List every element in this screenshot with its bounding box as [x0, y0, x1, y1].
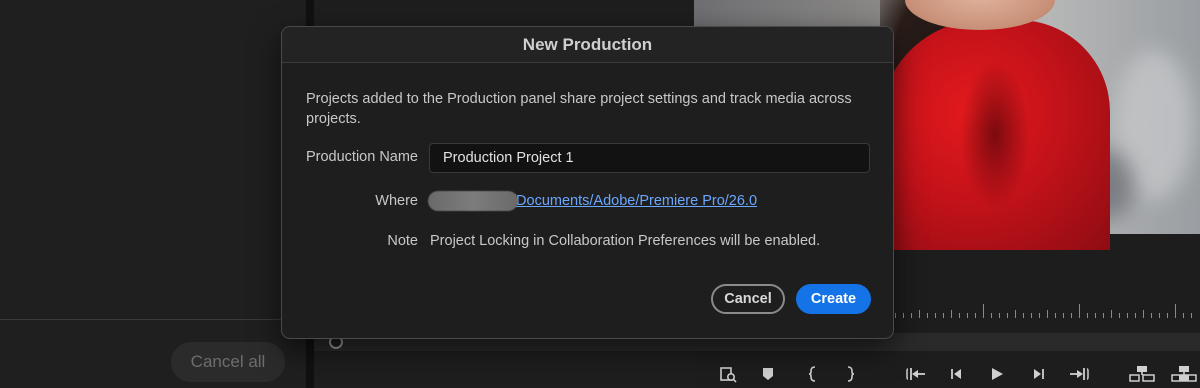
overwrite-icon[interactable] [1170, 362, 1198, 386]
dialog-title[interactable]: New Production [282, 27, 893, 63]
new-production-dialog: New Production Projects added to the Pro… [281, 26, 894, 339]
ruler-tick [1047, 310, 1048, 318]
go-to-out-icon[interactable] [1067, 362, 1091, 386]
dialog-description: Projects added to the Production panel s… [306, 91, 852, 127]
ruler-tick [1007, 313, 1008, 318]
ruler-tick [1103, 313, 1104, 318]
ruler-tick [1095, 313, 1096, 318]
time-ruler[interactable] [895, 300, 1200, 318]
ruler-tick [1111, 310, 1112, 318]
ruler-tick [1071, 313, 1072, 318]
ruler-tick [1135, 313, 1136, 318]
ruler-tick [999, 313, 1000, 318]
ruler-tick [1031, 313, 1032, 318]
ruler-tick [1087, 313, 1088, 318]
mark-out-icon[interactable] [838, 362, 862, 386]
create-button[interactable]: Create [796, 284, 871, 314]
ruler-tick [959, 313, 960, 318]
ruler-tick [919, 310, 920, 318]
step-back-icon[interactable] [945, 362, 969, 386]
ruler-tick [1143, 310, 1144, 318]
ruler-tick [983, 304, 984, 318]
cancel-button[interactable]: Cancel [711, 284, 785, 314]
ruler-tick [1159, 313, 1160, 318]
ruler-tick [943, 313, 944, 318]
ruler-tick [1063, 313, 1064, 318]
go-to-in-icon[interactable] [904, 362, 928, 386]
ruler-tick [1079, 304, 1080, 318]
cancel-all-button[interactable]: Cancel all [171, 342, 285, 382]
panel-divider [0, 319, 306, 320]
step-forward-icon[interactable] [1026, 362, 1050, 386]
ruler-tick [1127, 313, 1128, 318]
ruler-tick [967, 313, 968, 318]
mark-in-icon[interactable] [801, 362, 825, 386]
ruler-tick [1167, 313, 1168, 318]
ruler-tick [1055, 313, 1056, 318]
where-label: Where [375, 193, 418, 209]
ruler-tick [1039, 313, 1040, 318]
ruler-tick [1023, 313, 1024, 318]
ruler-tick [991, 313, 992, 318]
ruler-tick [951, 310, 952, 318]
note-text: Project Locking in Collaboration Prefere… [430, 233, 821, 249]
ruler-tick [1151, 313, 1152, 318]
left-panel: Cancel all [0, 0, 306, 388]
redacted-username [428, 191, 518, 211]
insert-icon[interactable] [1128, 362, 1156, 386]
production-name-input[interactable] [429, 143, 870, 173]
where-path-text[interactable]: /Documents/Adobe/Premiere Pro/26.0 [512, 193, 757, 209]
where-path-link[interactable]: /Documents/Adobe/Premiere Pro/26.0 [428, 191, 757, 211]
ruler-tick [935, 313, 936, 318]
ruler-tick [927, 313, 928, 318]
photo-coat-shadow [960, 60, 1030, 210]
ruler-tick [911, 313, 912, 318]
note-label: Note [387, 233, 418, 249]
search-media-icon[interactable] [716, 362, 740, 386]
ruler-tick [903, 313, 904, 318]
play-icon[interactable] [985, 362, 1009, 386]
ruler-tick [1015, 310, 1016, 318]
ruler-tick [1175, 304, 1176, 318]
ruler-tick [895, 313, 896, 318]
ruler-tick [1183, 313, 1184, 318]
ruler-tick [1119, 313, 1120, 318]
ruler-tick [1191, 313, 1192, 318]
ruler-tick [975, 313, 976, 318]
marker-icon[interactable] [756, 362, 780, 386]
production-name-label: Production Name [305, 149, 418, 165]
